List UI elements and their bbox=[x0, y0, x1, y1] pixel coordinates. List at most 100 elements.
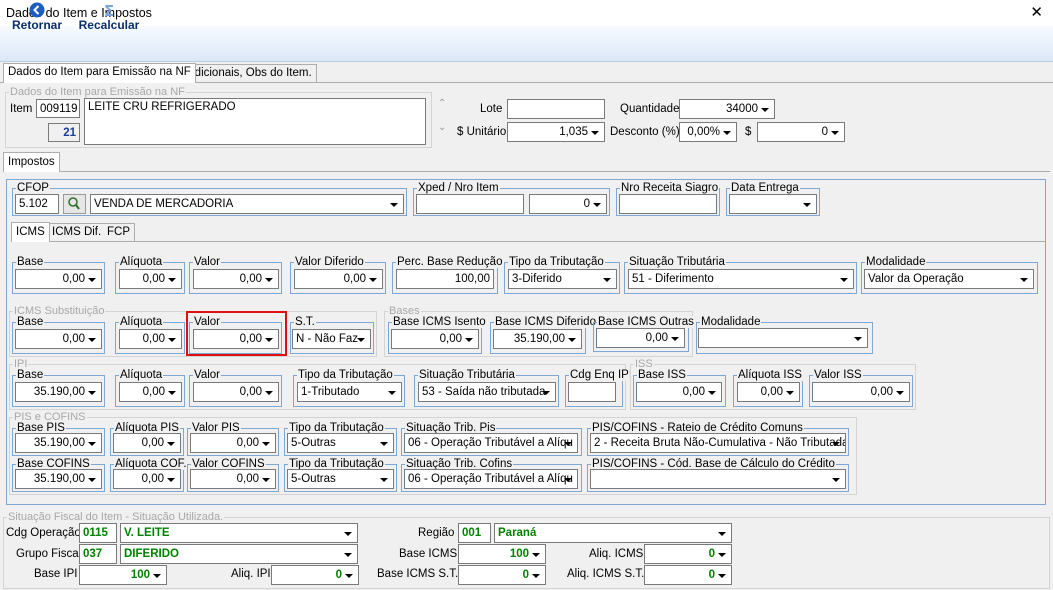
cdg-operacao-code[interactable]: 0115 bbox=[79, 523, 117, 543]
quantidade-field[interactable]: 34000 bbox=[679, 99, 775, 119]
aliq-icms-label: Aliq. ICMS bbox=[589, 548, 644, 560]
recalcular-button[interactable]: Σ Recalcular bbox=[76, 2, 142, 34]
item-seq-field: 21 bbox=[48, 123, 80, 142]
desconto-pct-field[interactable]: 0,00% bbox=[679, 122, 737, 142]
desconto-valor-field[interactable]: 0 bbox=[757, 122, 845, 142]
close-icon[interactable]: ✕ bbox=[1030, 4, 1043, 22]
st-valor-label: Valor bbox=[193, 316, 221, 328]
ipi-base-field[interactable]: 35.190,00 bbox=[15, 382, 102, 402]
ipi-aliquota-label: Alíquota bbox=[119, 369, 164, 381]
fiscal-group-label: Situação Fiscal do Item - Situação Utili… bbox=[7, 511, 225, 523]
base-ipi-label: Base IPI bbox=[34, 568, 78, 580]
item-label: Item bbox=[10, 103, 33, 115]
tab-dados-item[interactable]: Dados do Item para Emissão na NF bbox=[3, 63, 196, 83]
ipi-aliquota-field[interactable]: 0,00 bbox=[119, 382, 182, 402]
cdg-operacao-label: Cdg Operação bbox=[6, 527, 81, 539]
ipi-tipo-trib-select[interactable]: 1-Tributado bbox=[297, 382, 402, 402]
cofins-tipo-trib-select[interactable]: 5-Outras bbox=[287, 469, 394, 489]
unitario-field[interactable]: 1,035 bbox=[507, 122, 605, 142]
tab-adicionais[interactable]: Adicionais, Obs do Item. bbox=[182, 64, 317, 82]
iss-base-field[interactable]: 0,00 bbox=[636, 382, 722, 402]
st-base-label: Base bbox=[16, 316, 45, 328]
scroll-arrows-icon[interactable]: ⌃ ⌄ bbox=[438, 98, 446, 134]
svg-text:Σ: Σ bbox=[104, 2, 114, 18]
perc-base-label: Perc. Base Redução bbox=[396, 256, 504, 268]
st-aliquota-field[interactable]: 0,00 bbox=[119, 329, 182, 349]
icms-valor-diferido-field[interactable]: 0,00 bbox=[294, 269, 383, 289]
st-valor-field[interactable]: 0,00 bbox=[193, 329, 279, 349]
xped-label: Xped / Nro Item bbox=[417, 182, 500, 194]
xped-field[interactable] bbox=[416, 194, 524, 214]
icms-valor-field[interactable]: 0,00 bbox=[193, 269, 279, 289]
ipi-situacao-select[interactable]: 53 - Saída não tributada bbox=[418, 382, 556, 402]
ipi-enq-field[interactable] bbox=[568, 382, 616, 402]
st-modalidade-select[interactable] bbox=[698, 328, 868, 348]
item-code-field[interactable]: 009119 bbox=[36, 99, 80, 118]
perc-base-field[interactable]: 100,00 bbox=[396, 269, 494, 289]
retornar-button[interactable]: Retornar bbox=[8, 2, 66, 34]
data-entrega-label: Data Entrega bbox=[730, 182, 800, 194]
icms-base-field[interactable]: 0,00 bbox=[15, 269, 102, 289]
st-modalidade-label: Modalidade bbox=[700, 316, 762, 328]
lote-field[interactable] bbox=[507, 99, 605, 119]
base-isento-field[interactable]: 0,00 bbox=[391, 329, 479, 349]
cfop-code-field[interactable]: 5.102 bbox=[15, 194, 59, 214]
tab-fcp[interactable]: FCP bbox=[103, 223, 135, 241]
regiao-code[interactable]: 001 bbox=[458, 523, 491, 543]
base-diferido-field[interactable]: 35.190,00 bbox=[493, 329, 582, 349]
regiao-select[interactable]: Paraná bbox=[494, 523, 732, 543]
cod-base-select[interactable] bbox=[590, 469, 846, 489]
base-icms-label: Base ICMS bbox=[399, 548, 458, 560]
regiao-label: Região bbox=[418, 527, 455, 539]
base-pis-field[interactable]: 35.190,00 bbox=[15, 433, 102, 453]
ipi-base-label: Base bbox=[16, 369, 45, 381]
base-outras-label: Base ICMS Outras bbox=[597, 316, 695, 328]
sigma-icon: Σ bbox=[104, 2, 114, 18]
aliq-ipi-select[interactable]: 0 bbox=[271, 565, 359, 585]
base-diferido-label: Base ICMS Diferido bbox=[494, 316, 597, 328]
grupo-fiscal-code[interactable]: 037 bbox=[79, 544, 117, 564]
aliq-cofins-field[interactable]: 0,00 bbox=[113, 469, 181, 489]
cfop-search-button[interactable] bbox=[63, 194, 86, 214]
base-icms-st-label: Base ICMS S.T. bbox=[377, 568, 459, 580]
icms-modalidade-select[interactable]: Valor da Operação bbox=[864, 269, 1034, 289]
tab-icms[interactable]: ICMS bbox=[11, 222, 50, 242]
base-ipi-select[interactable]: 100 bbox=[79, 565, 167, 585]
icms-situacao-select[interactable]: 51 - Diferimento bbox=[628, 269, 854, 289]
receita-field[interactable] bbox=[619, 194, 717, 214]
lote-label: Lote bbox=[480, 103, 503, 115]
pis-tipo-trib-select[interactable]: 5-Outras bbox=[287, 433, 394, 453]
tab-impostos[interactable]: Impostos bbox=[3, 152, 60, 172]
ipi-valor-field[interactable]: 0,00 bbox=[193, 382, 279, 402]
iss-aliquota-label: Alíquota ISS bbox=[737, 369, 803, 381]
rateio-select[interactable]: 2 - Receita Bruta Não-Cumulativa - Não T… bbox=[590, 433, 846, 453]
item-description-field[interactable]: LEITE CRU REFRIGERADO bbox=[84, 98, 426, 145]
cfop-desc-select[interactable]: VENDA DE MERCADORIA bbox=[90, 194, 404, 214]
base-cofins-field[interactable]: 35.190,00 bbox=[15, 469, 102, 489]
aliq-pis-field[interactable]: 0,00 bbox=[113, 433, 181, 453]
icms-tipo-trib-select[interactable]: 3-Diferido bbox=[508, 269, 617, 289]
pis-situacao-select[interactable]: 06 - Operação Tributável a Alíqu bbox=[404, 433, 578, 453]
base-icms-st-select[interactable]: 0 bbox=[458, 565, 546, 585]
ipi-valor-label: Valor bbox=[193, 369, 221, 381]
st-aliquota-label: Alíquota bbox=[119, 316, 164, 328]
data-entrega-field[interactable] bbox=[729, 194, 817, 214]
cofins-situacao-select[interactable]: 06 - Operação Tributável a Alíqu bbox=[404, 469, 578, 489]
st-st-select[interactable]: N - Não Faz bbox=[292, 329, 371, 349]
valor-pis-field[interactable]: 0,00 bbox=[190, 433, 276, 453]
iss-aliquota-field[interactable]: 0,00 bbox=[737, 382, 800, 402]
icms-aliquota-field[interactable]: 0,00 bbox=[119, 269, 182, 289]
iss-base-label: Base ISS bbox=[637, 369, 687, 381]
st-base-field[interactable]: 0,00 bbox=[15, 329, 102, 349]
cdg-operacao-select[interactable]: V. LEITE bbox=[120, 523, 358, 543]
nro-item-field[interactable]: 0 bbox=[529, 194, 607, 214]
grupo-fiscal-select[interactable]: DIFERIDO bbox=[120, 544, 358, 564]
valor-cofins-field[interactable]: 0,00 bbox=[190, 469, 276, 489]
aliq-icms-st-select[interactable]: 0 bbox=[644, 565, 732, 585]
iss-valor-field[interactable]: 0,00 bbox=[812, 382, 910, 402]
aliq-icms-select[interactable]: 0 bbox=[644, 544, 732, 564]
tab-icms-dif[interactable]: ICMS Dif. bbox=[48, 223, 107, 241]
icms-base-label: Base bbox=[16, 256, 45, 268]
base-icms-select[interactable]: 100 bbox=[458, 544, 546, 564]
base-outras-field[interactable]: 0,00 bbox=[596, 328, 685, 348]
